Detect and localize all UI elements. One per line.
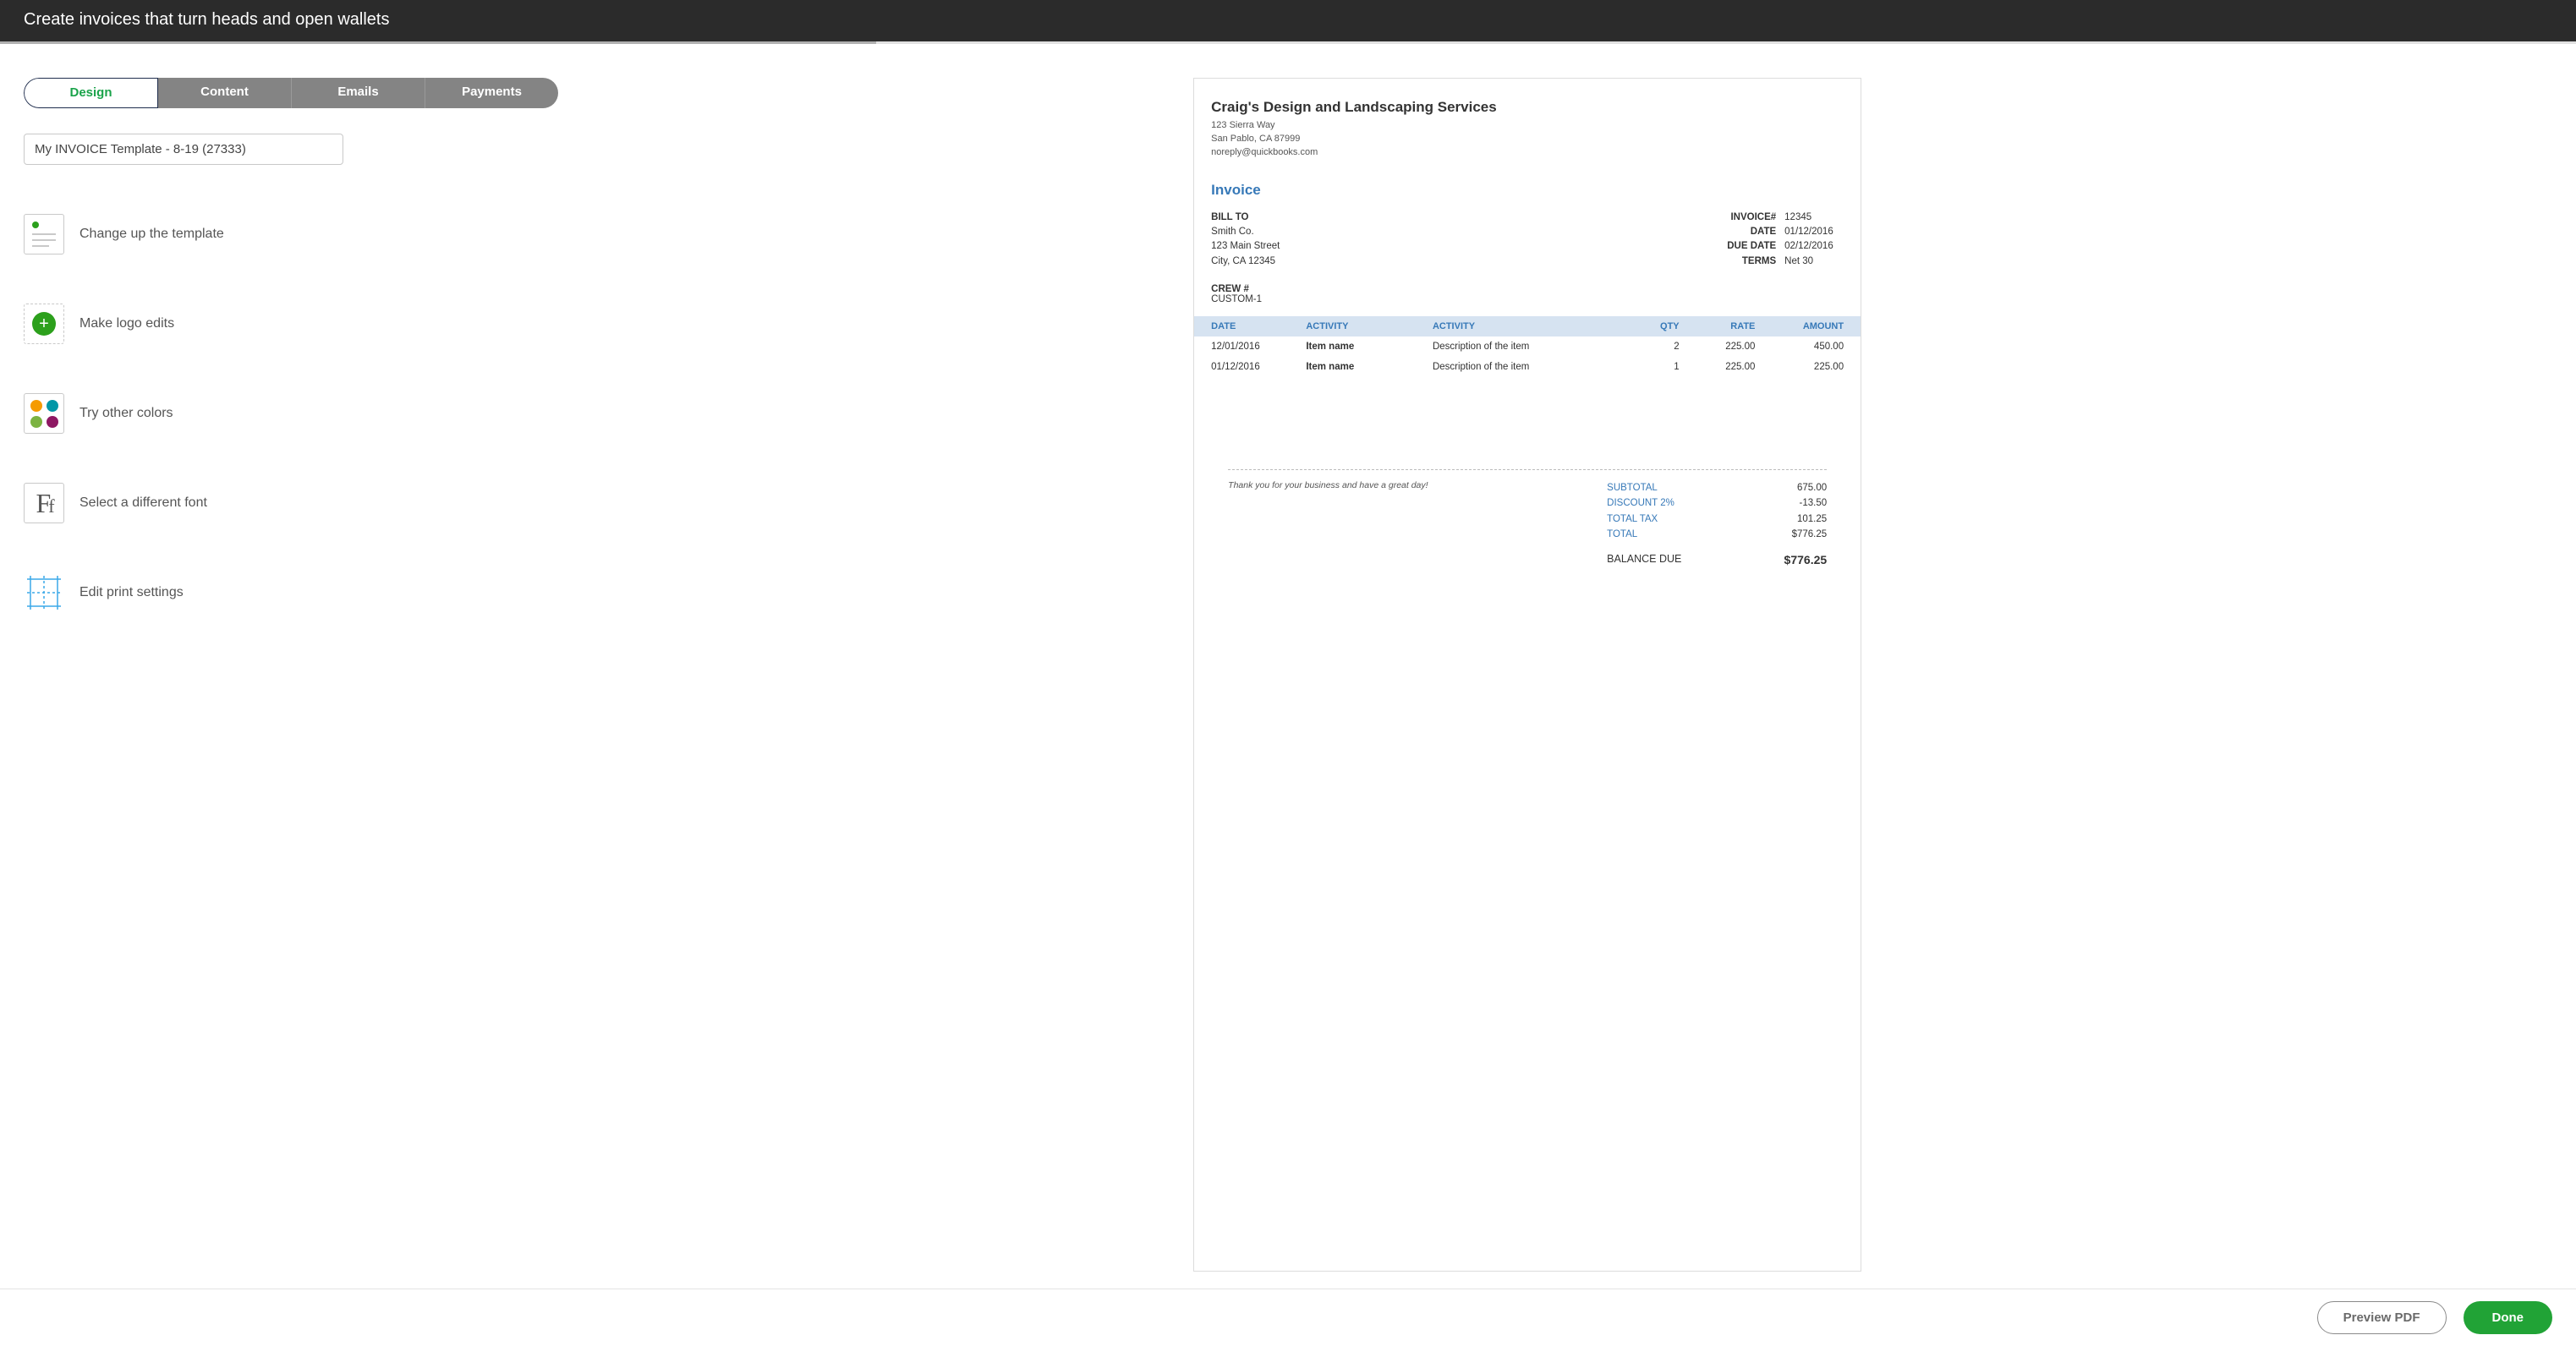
option-try-colors[interactable]: Try other colors	[24, 393, 1161, 434]
meta-label: DUE DATE	[1708, 239, 1776, 254]
cell-activity: Item name	[1306, 342, 1433, 352]
col-header-desc: ACTIVITY	[1433, 321, 1629, 331]
option-label: Select a different font	[79, 495, 207, 511]
invoice-number: 12345	[1784, 211, 1844, 225]
thank-you-note: Thank you for your business and have a g…	[1228, 480, 1428, 490]
cell-activity: Item name	[1306, 362, 1433, 372]
cell-qty: 1	[1629, 362, 1680, 372]
option-select-font[interactable]: Ff Select a different font	[24, 483, 1161, 523]
bill-to-block: BILL TO Smith Co. 123 Main Street City, …	[1211, 211, 1280, 269]
template-name-input[interactable]	[24, 134, 343, 165]
crew-block: CREW # CUSTOM-1	[1211, 284, 1844, 304]
crew-label: CREW #	[1211, 284, 1844, 294]
left-pane: Design Content Emails Payments Change up…	[0, 44, 1185, 1289]
right-pane: Craig's Design and Landscaping Services …	[1185, 44, 2576, 1289]
font-icon: Ff	[24, 483, 64, 523]
line-item-row: 12/01/2016 Item name Description of the …	[1194, 336, 1861, 357]
progress-strip	[0, 41, 2576, 44]
option-logo-edits[interactable]: + Make logo edits	[24, 304, 1161, 344]
discount-label: DISCOUNT 2%	[1607, 495, 1674, 511]
totals: SUBTOTAL 675.00 DISCOUNT 2% -13.50 TOTAL T…	[1607, 480, 1827, 570]
cell-date: 12/01/2016	[1211, 342, 1306, 352]
invoice-due-date: 02/12/2016	[1784, 239, 1844, 254]
invoice-terms: Net 30	[1784, 254, 1844, 269]
header-bar: Create invoices that turn heads and open…	[0, 0, 2576, 41]
cell-qty: 2	[1629, 342, 1680, 352]
meta-label: INVOICE#	[1708, 211, 1776, 225]
plus-icon: +	[32, 312, 56, 336]
print-settings-icon	[24, 572, 64, 613]
col-header-qty: QTY	[1629, 321, 1680, 331]
company-email: noreply@quickbooks.com	[1211, 146, 1844, 160]
cell-amount: 225.00	[1755, 362, 1844, 372]
subtotal-label: SUBTOTAL	[1607, 480, 1658, 495]
page-title: Create invoices that turn heads and open…	[24, 10, 390, 29]
option-print-settings[interactable]: Edit print settings	[24, 572, 1161, 613]
col-header-amount: AMOUNT	[1755, 321, 1844, 331]
tax-value: 101.25	[1797, 512, 1827, 527]
footer-bar: Preview PDF Done	[0, 1289, 2576, 1346]
company-addr1: 123 Sierra Way	[1211, 119, 1844, 133]
col-header-date: DATE	[1211, 321, 1306, 331]
cell-desc: Description of the item	[1433, 342, 1629, 352]
option-label: Make logo edits	[79, 316, 174, 331]
cell-rate: 225.00	[1680, 342, 1756, 352]
subtotal-value: 675.00	[1797, 480, 1827, 495]
col-header-activity: ACTIVITY	[1306, 321, 1433, 331]
invoice-meta: INVOICE# 12345 DATE 01/12/2016 DUE DATE 02/…	[1708, 211, 1844, 269]
option-label: Edit print settings	[79, 585, 184, 600]
tabs: Design Content Emails Payments	[24, 78, 558, 108]
main-area: Design Content Emails Payments Change up…	[0, 44, 2576, 1289]
tab-payments[interactable]: Payments	[425, 78, 558, 108]
invoice-date: 01/12/2016	[1784, 225, 1844, 239]
summary-block: Thank you for your business and have a g…	[1211, 470, 1844, 590]
cell-amount: 450.00	[1755, 342, 1844, 352]
bill-to-label: BILL TO	[1211, 212, 1248, 222]
company-name: Craig's Design and Landscaping Services	[1211, 99, 1844, 116]
discount-value: -13.50	[1800, 495, 1828, 511]
items-spacer	[1228, 377, 1827, 470]
total-value: $776.25	[1792, 527, 1828, 542]
cell-desc: Description of the item	[1433, 362, 1629, 372]
colors-icon	[24, 393, 64, 434]
meta-label: TERMS	[1708, 254, 1776, 269]
balance-label: BALANCE DUE	[1607, 550, 1681, 569]
cell-rate: 225.00	[1680, 362, 1756, 372]
company-address: 123 Sierra Way San Pablo, CA 87999 norep…	[1211, 119, 1844, 160]
template-icon	[24, 214, 64, 254]
line-items: DATE ACTIVITY ACTIVITY QTY RATE AMOUNT 1…	[1194, 316, 1861, 377]
tab-design[interactable]: Design	[24, 78, 158, 108]
company-addr2: San Pablo, CA 87999	[1211, 133, 1844, 146]
bill-to-addr1: 123 Main Street	[1211, 241, 1280, 251]
crew-value: CUSTOM-1	[1211, 294, 1262, 304]
bill-to-name: Smith Co.	[1211, 227, 1254, 237]
invoice-preview: Craig's Design and Landscaping Services …	[1193, 78, 1861, 1272]
add-logo-icon: +	[24, 304, 64, 344]
tab-content[interactable]: Content	[158, 78, 292, 108]
preview-pdf-button[interactable]: Preview PDF	[2317, 1301, 2447, 1334]
line-items-header: DATE ACTIVITY ACTIVITY QTY RATE AMOUNT	[1194, 316, 1861, 336]
balance-value: $776.25	[1784, 550, 1828, 569]
tax-label: TOTAL TAX	[1607, 512, 1658, 527]
meta-label: DATE	[1708, 225, 1776, 239]
option-change-template[interactable]: Change up the template	[24, 214, 1161, 254]
option-label: Change up the template	[79, 227, 224, 242]
line-item-row: 01/12/2016 Item name Description of the …	[1194, 357, 1861, 377]
done-button[interactable]: Done	[2464, 1301, 2553, 1334]
total-label: TOTAL	[1607, 527, 1637, 542]
cell-date: 01/12/2016	[1211, 362, 1306, 372]
tab-emails[interactable]: Emails	[292, 78, 425, 108]
option-label: Try other colors	[79, 406, 173, 421]
bill-to-addr2: City, CA 12345	[1211, 256, 1275, 266]
col-header-rate: RATE	[1680, 321, 1756, 331]
invoice-title: Invoice	[1211, 182, 1844, 199]
